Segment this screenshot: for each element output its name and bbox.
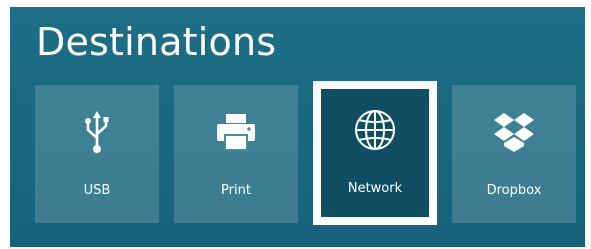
destination-tile-dropbox[interactable]: Dropbox [452, 85, 576, 223]
panel-title: Destinations [36, 20, 277, 64]
tile-label-dropbox: Dropbox [486, 183, 542, 198]
tile-label-network: Network [347, 181, 403, 196]
destination-tile-usb[interactable]: USB [35, 85, 159, 223]
dropbox-icon [452, 111, 576, 153]
usb-icon [35, 111, 159, 153]
destination-tile-network[interactable]: Network [313, 81, 437, 225]
destination-tiles: USB Print Network Dropbox [35, 81, 576, 225]
printer-icon [174, 111, 298, 153]
tile-label-print: Print [221, 183, 251, 198]
destinations-panel: Destinations USB Print Network Dropbox [10, 7, 585, 247]
destination-tile-print[interactable]: Print [174, 85, 298, 223]
tile-label-usb: USB [83, 183, 111, 198]
globe-icon [321, 109, 429, 151]
